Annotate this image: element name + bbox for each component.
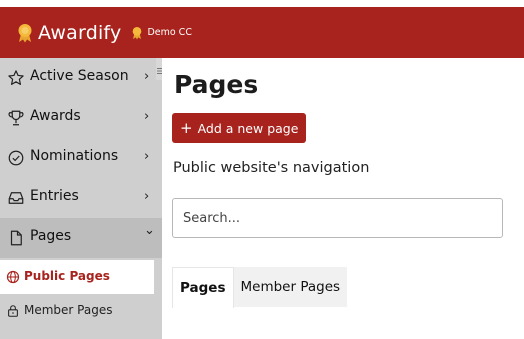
page-title: Pages <box>174 70 259 99</box>
add-new-page-label: Add a new page <box>197 120 299 136</box>
sidebar-subitem-public-pages[interactable]: Public Pages <box>0 260 154 294</box>
sidebar-item-entries[interactable]: Entries › <box>0 178 162 218</box>
file-icon <box>7 229 25 247</box>
top-bar: Awardify Demo CC <box>0 7 524 58</box>
sidebar-item-label: Active Season <box>30 68 129 84</box>
main-content: Pages + Add a new page Public website's … <box>162 58 524 339</box>
tab-pages[interactable]: Pages <box>172 267 234 308</box>
sidebar: Active Season › Awards › Nominations › E… <box>0 58 162 339</box>
page-tabs: Pages Member Pages <box>172 267 348 308</box>
brand-name: Awardify <box>38 21 122 44</box>
lock-icon <box>6 304 20 318</box>
check-circle-icon <box>7 149 25 167</box>
brand[interactable]: Awardify <box>16 22 121 44</box>
sidebar-subitem-member-pages[interactable]: Member Pages <box>0 294 162 328</box>
sidebar-item-active-season[interactable]: Active Season › <box>0 58 162 98</box>
inbox-icon <box>7 189 25 207</box>
trophy-icon <box>7 109 25 127</box>
sidebar-item-label: Pages <box>30 228 72 244</box>
globe-icon <box>6 270 20 284</box>
sidebar-item-nominations[interactable]: Nominations › <box>0 138 162 178</box>
org-medal-icon <box>131 26 143 40</box>
add-new-page-button[interactable]: + Add a new page <box>172 113 307 143</box>
org-name[interactable]: Demo CC <box>147 27 192 38</box>
sidebar-item-label: Awards <box>30 108 81 124</box>
chevron-right-icon: › <box>144 69 150 84</box>
plus-icon: + <box>180 119 193 137</box>
chevron-down-icon: ⌄ <box>144 223 155 238</box>
medal-icon <box>16 23 34 43</box>
star-icon <box>7 69 25 87</box>
sidebar-subitem-label: Public Pages <box>24 269 110 283</box>
sidebar-item-label: Entries <box>30 188 79 204</box>
chevron-right-icon: › <box>144 189 150 204</box>
chevron-right-icon: › <box>144 149 150 164</box>
sidebar-item-label: Nominations <box>30 148 119 164</box>
chevron-right-icon: › <box>144 109 150 124</box>
sidebar-subitem-label: Member Pages <box>24 303 113 317</box>
search-input[interactable] <box>172 198 503 238</box>
tab-member-pages[interactable]: Member Pages <box>233 267 348 307</box>
sidebar-item-pages[interactable]: Pages ⌄ <box>0 218 162 258</box>
section-subtitle: Public website's navigation <box>173 160 370 176</box>
window-top-edge <box>0 0 524 7</box>
sidebar-item-awards[interactable]: Awards › <box>0 98 162 138</box>
